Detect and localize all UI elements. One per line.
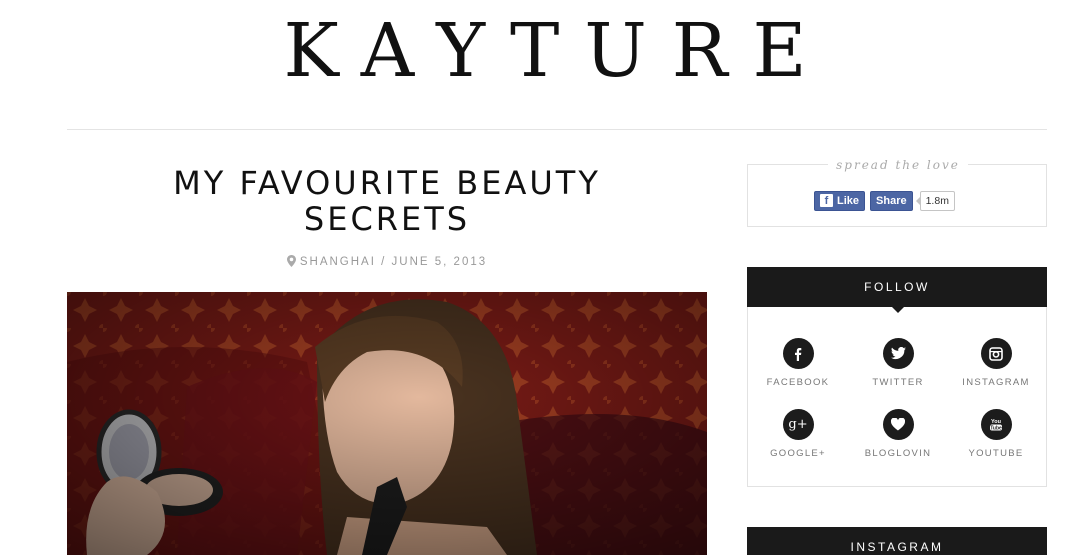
follow-widget-title: FOLLOW: [747, 267, 1047, 313]
facebook-share-row: f Like Share 1.8m: [814, 190, 955, 211]
header-divider: [67, 129, 1047, 130]
share-widget: spread the love f Like Share 1.8m: [747, 158, 1047, 227]
post-date: JUNE 5, 2013: [391, 256, 488, 268]
twitter-icon[interactable]: [882, 338, 914, 369]
social-label-twitter: TWITTER: [872, 377, 924, 388]
social-link-facebook[interactable]: FACEBOOK: [748, 338, 848, 388]
facebook-like-label: Like: [837, 194, 860, 207]
post-meta: SHANGHAI / JUNE 5, 2013: [67, 255, 707, 270]
instagram-widget-title: INSTAGRAM: [747, 527, 1047, 555]
social-label-instagram: INSTAGRAM: [962, 377, 1030, 388]
post-title-line-2: SECRETS: [303, 200, 471, 238]
google-plus-icon[interactable]: g+: [782, 409, 814, 440]
location-pin-icon: [286, 255, 296, 270]
svg-text:Tube: Tube: [990, 425, 1002, 431]
post-location[interactable]: SHANGHAI: [300, 256, 376, 268]
share-count-badge: 1.8m: [915, 190, 955, 211]
social-label-facebook: FACEBOOK: [766, 377, 830, 388]
facebook-like-button[interactable]: f Like: [814, 190, 866, 211]
facebook-icon: f: [820, 194, 833, 207]
social-label-bloglovin: BLOGLOVIN: [864, 448, 932, 459]
facebook-icon[interactable]: [782, 338, 814, 369]
follow-widget: FOLLOW FACEBOOK TWITTER INSTAGRAM g+ GOO…: [747, 267, 1047, 487]
social-link-instagram[interactable]: INSTAGRAM: [946, 338, 1046, 388]
share-widget-label: spread the love: [828, 158, 968, 172]
site-logo[interactable]: KAYTURE: [0, 14, 1067, 88]
facebook-share-button[interactable]: Share: [870, 190, 913, 211]
facebook-share-label: Share: [876, 194, 907, 207]
post-title-line-1: MY FAVOURITE BEAUTY: [173, 164, 601, 202]
post-title[interactable]: MY FAVOURITE BEAUTY SECRETS: [67, 165, 707, 237]
meta-separator: /: [375, 256, 392, 268]
youtube-icon[interactable]: You Tube: [980, 409, 1012, 440]
svg-text:You: You: [991, 419, 1001, 425]
social-link-bloglovin[interactable]: BLOGLOVIN: [848, 409, 948, 459]
social-label-youtube: YOUTUBE: [968, 448, 1024, 459]
post-hero-image[interactable]: [67, 292, 707, 555]
social-link-twitter[interactable]: TWITTER: [848, 338, 948, 388]
social-label-google-plus: GOOGLE+: [770, 448, 826, 459]
social-link-google-plus[interactable]: g+ GOOGLE+: [748, 409, 848, 459]
heart-icon[interactable]: [882, 409, 914, 440]
social-link-youtube[interactable]: You Tube YOUTUBE: [946, 409, 1046, 459]
instagram-icon[interactable]: [980, 338, 1012, 369]
